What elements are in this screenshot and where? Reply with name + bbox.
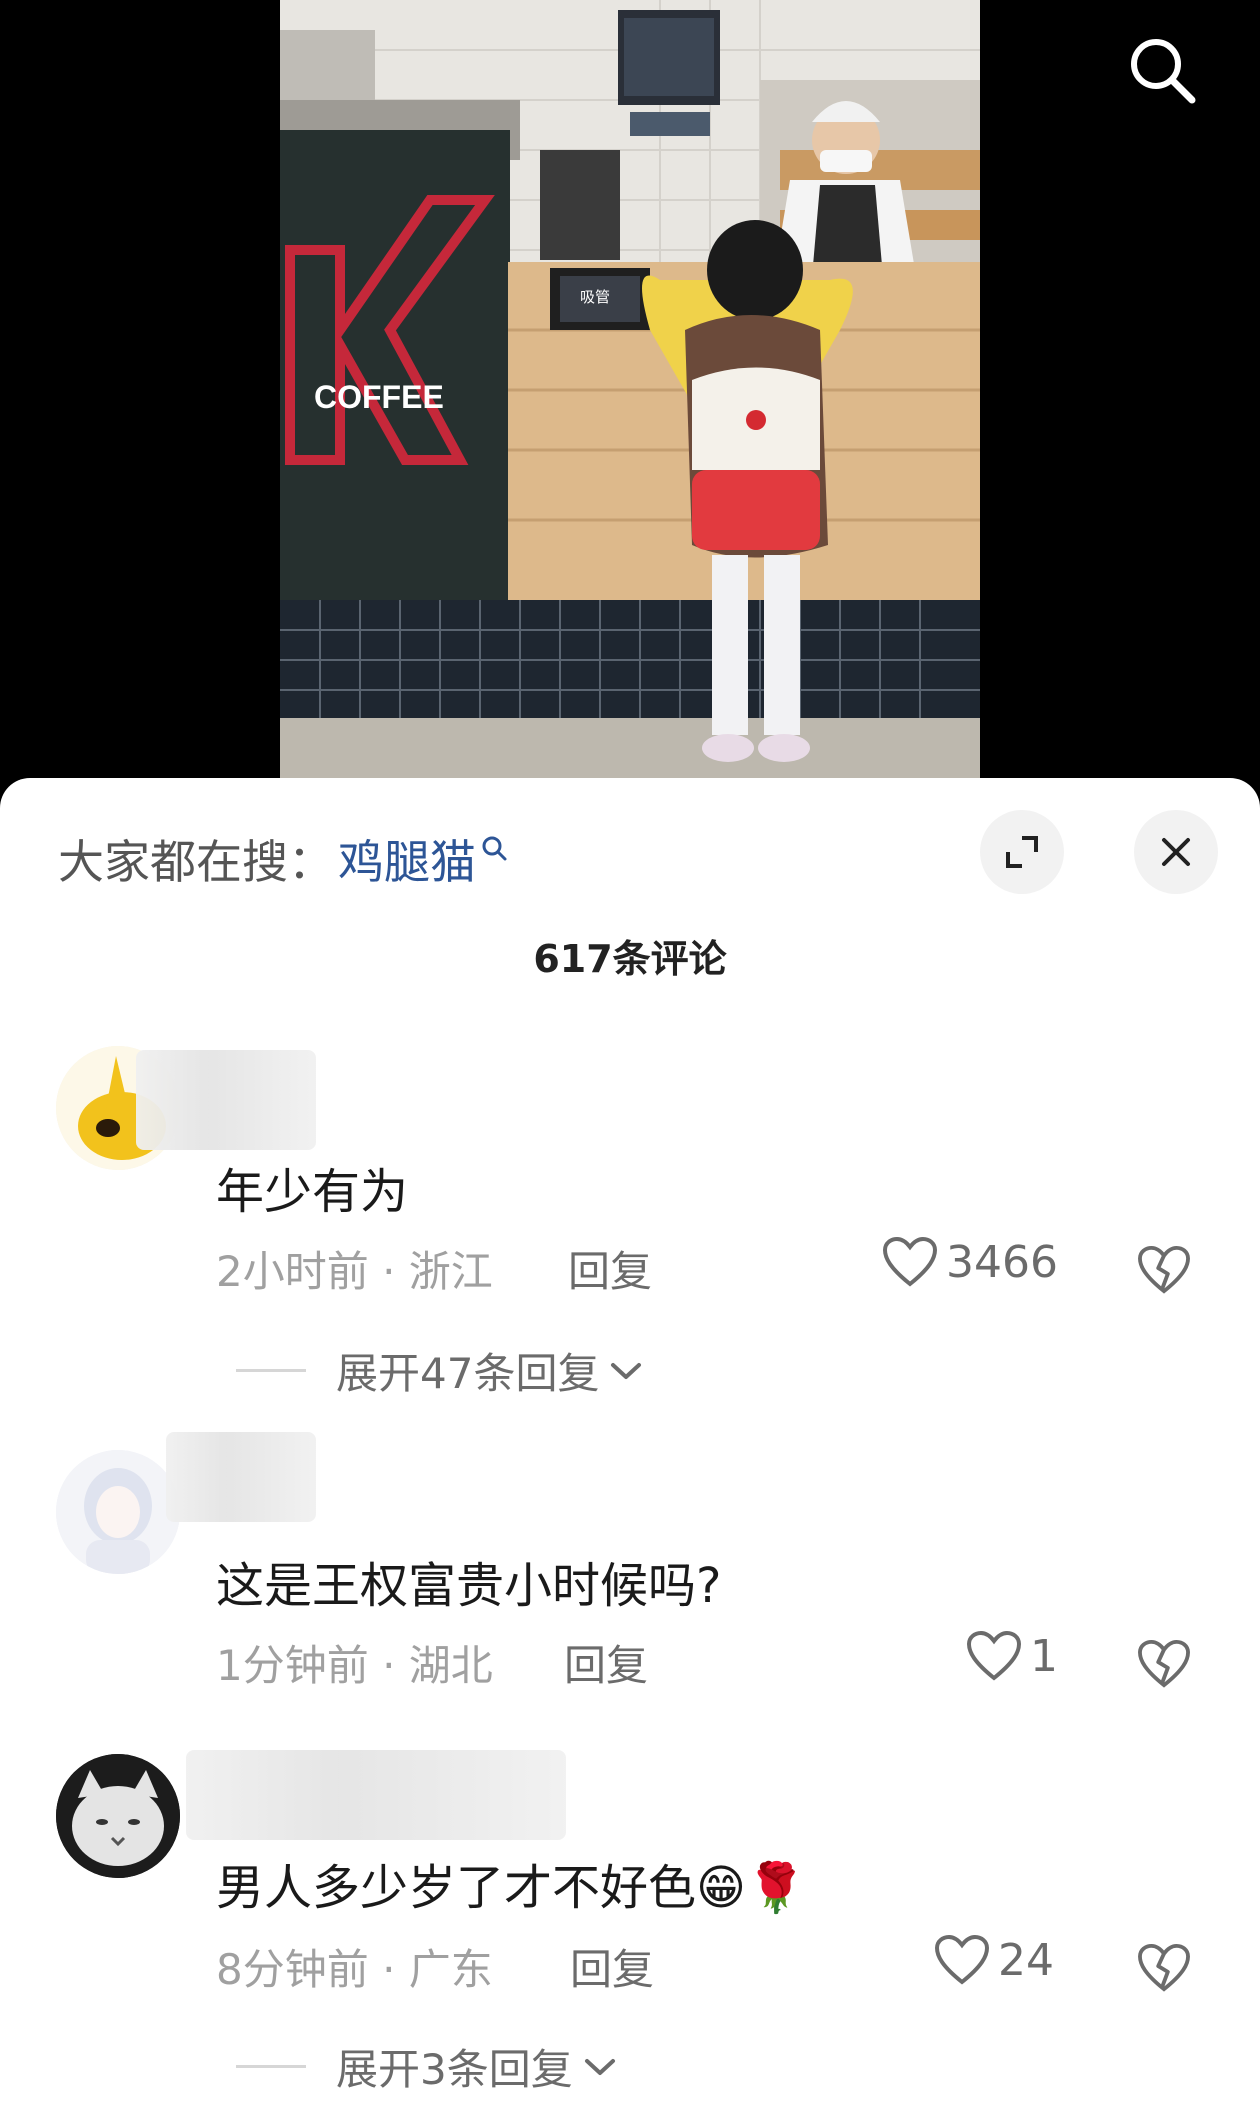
trending-prefix: 大家都在搜： bbox=[58, 835, 334, 889]
like-button[interactable]: 1 bbox=[966, 1630, 1058, 1682]
like-count: 24 bbox=[998, 1934, 1054, 1986]
chevron-down-icon bbox=[611, 1362, 642, 1379]
broken-heart-icon bbox=[1138, 1639, 1190, 1688]
comment-time: 1分钟前 bbox=[216, 1641, 369, 1690]
close-icon bbox=[1162, 838, 1190, 866]
heart-outline-icon bbox=[966, 1630, 1022, 1681]
trending-search-bar[interactable]: 大家都在搜： 鸡腿猫 bbox=[58, 826, 508, 892]
reply-button[interactable]: 回复 bbox=[570, 1936, 654, 1997]
divider-line bbox=[236, 1369, 306, 1372]
broken-heart-icon bbox=[1138, 1943, 1190, 1992]
dislike-button[interactable] bbox=[1134, 1938, 1194, 1998]
heart-outline-icon bbox=[934, 1934, 990, 1985]
avatar-image bbox=[56, 1754, 180, 1878]
comment-meta: 8分钟前 · 广东 bbox=[216, 1936, 493, 1997]
comment-meta: 1分钟前 · 湖北 bbox=[216, 1632, 493, 1693]
expand-replies-label: 展开3条回复 bbox=[336, 2045, 573, 2094]
dislike-button[interactable] bbox=[1134, 1240, 1194, 1300]
expand-replies-button[interactable]: 展开47条回复 bbox=[236, 1340, 643, 1401]
avatar[interactable] bbox=[56, 1754, 180, 1878]
comment-meta: 2小时前 · 浙江 bbox=[216, 1238, 493, 1299]
avatar-image bbox=[56, 1450, 180, 1574]
dislike-button[interactable] bbox=[1134, 1634, 1194, 1694]
comment-location: 浙江 bbox=[408, 1247, 493, 1296]
expand-sheet-button[interactable] bbox=[980, 810, 1064, 894]
video-sign-text: COFFEE bbox=[314, 379, 444, 415]
comment-sheet: 大家都在搜： 鸡腿猫 617条评论 年少有为 2小时前 · 浙江 回复 3466… bbox=[0, 778, 1260, 2128]
comment-location: 广东 bbox=[408, 1945, 493, 1994]
meta-separator: · bbox=[382, 1247, 409, 1296]
comment-text: 年少有为 bbox=[216, 1164, 409, 1220]
expand-icon bbox=[1006, 836, 1038, 868]
comment-count: 617条评论 bbox=[533, 937, 727, 981]
expand-replies-button[interactable]: 展开3条回复 bbox=[236, 2036, 617, 2097]
username-blurred bbox=[166, 1432, 316, 1522]
like-button[interactable]: 24 bbox=[934, 1934, 1054, 1986]
like-button[interactable]: 3466 bbox=[882, 1236, 1058, 1288]
video-counter-sign: 吸管 bbox=[580, 288, 610, 306]
comment-location: 湖北 bbox=[408, 1641, 493, 1690]
broken-heart-icon bbox=[1138, 1245, 1190, 1294]
trending-term-link[interactable]: 鸡腿猫 bbox=[338, 826, 476, 892]
comment-time: 2小时前 bbox=[216, 1247, 369, 1296]
video-scene-illustration: COFFEE 吸管 bbox=[280, 0, 980, 780]
username-blurred bbox=[136, 1050, 316, 1150]
reply-button[interactable]: 回复 bbox=[568, 1238, 652, 1299]
expand-replies-label: 展开47条回复 bbox=[336, 1349, 600, 1398]
search-icon bbox=[1131, 39, 1196, 104]
avatar[interactable] bbox=[56, 1450, 180, 1574]
video-player[interactable]: COFFEE 吸管 bbox=[0, 0, 1260, 800]
search-button[interactable] bbox=[1122, 30, 1202, 110]
username-blurred bbox=[186, 1750, 566, 1840]
chevron-down-icon bbox=[584, 2058, 615, 2075]
like-count: 1 bbox=[1030, 1630, 1058, 1682]
comment-time: 8分钟前 bbox=[216, 1945, 369, 1994]
reply-button[interactable]: 回复 bbox=[564, 1632, 648, 1693]
heart-outline-icon bbox=[882, 1236, 938, 1287]
comment-text: 男人多少岁了才不好色😁🌹 bbox=[216, 1860, 806, 1916]
like-count: 3466 bbox=[946, 1236, 1058, 1288]
comment-text: 这是王权富贵小时候吗? bbox=[216, 1558, 722, 1614]
close-sheet-button[interactable] bbox=[1134, 810, 1218, 894]
meta-separator: · bbox=[382, 1945, 409, 1994]
meta-separator: · bbox=[382, 1641, 409, 1690]
divider-line bbox=[236, 2065, 306, 2068]
video-frame[interactable]: COFFEE 吸管 bbox=[280, 0, 980, 780]
small-search-icon bbox=[480, 834, 508, 862]
